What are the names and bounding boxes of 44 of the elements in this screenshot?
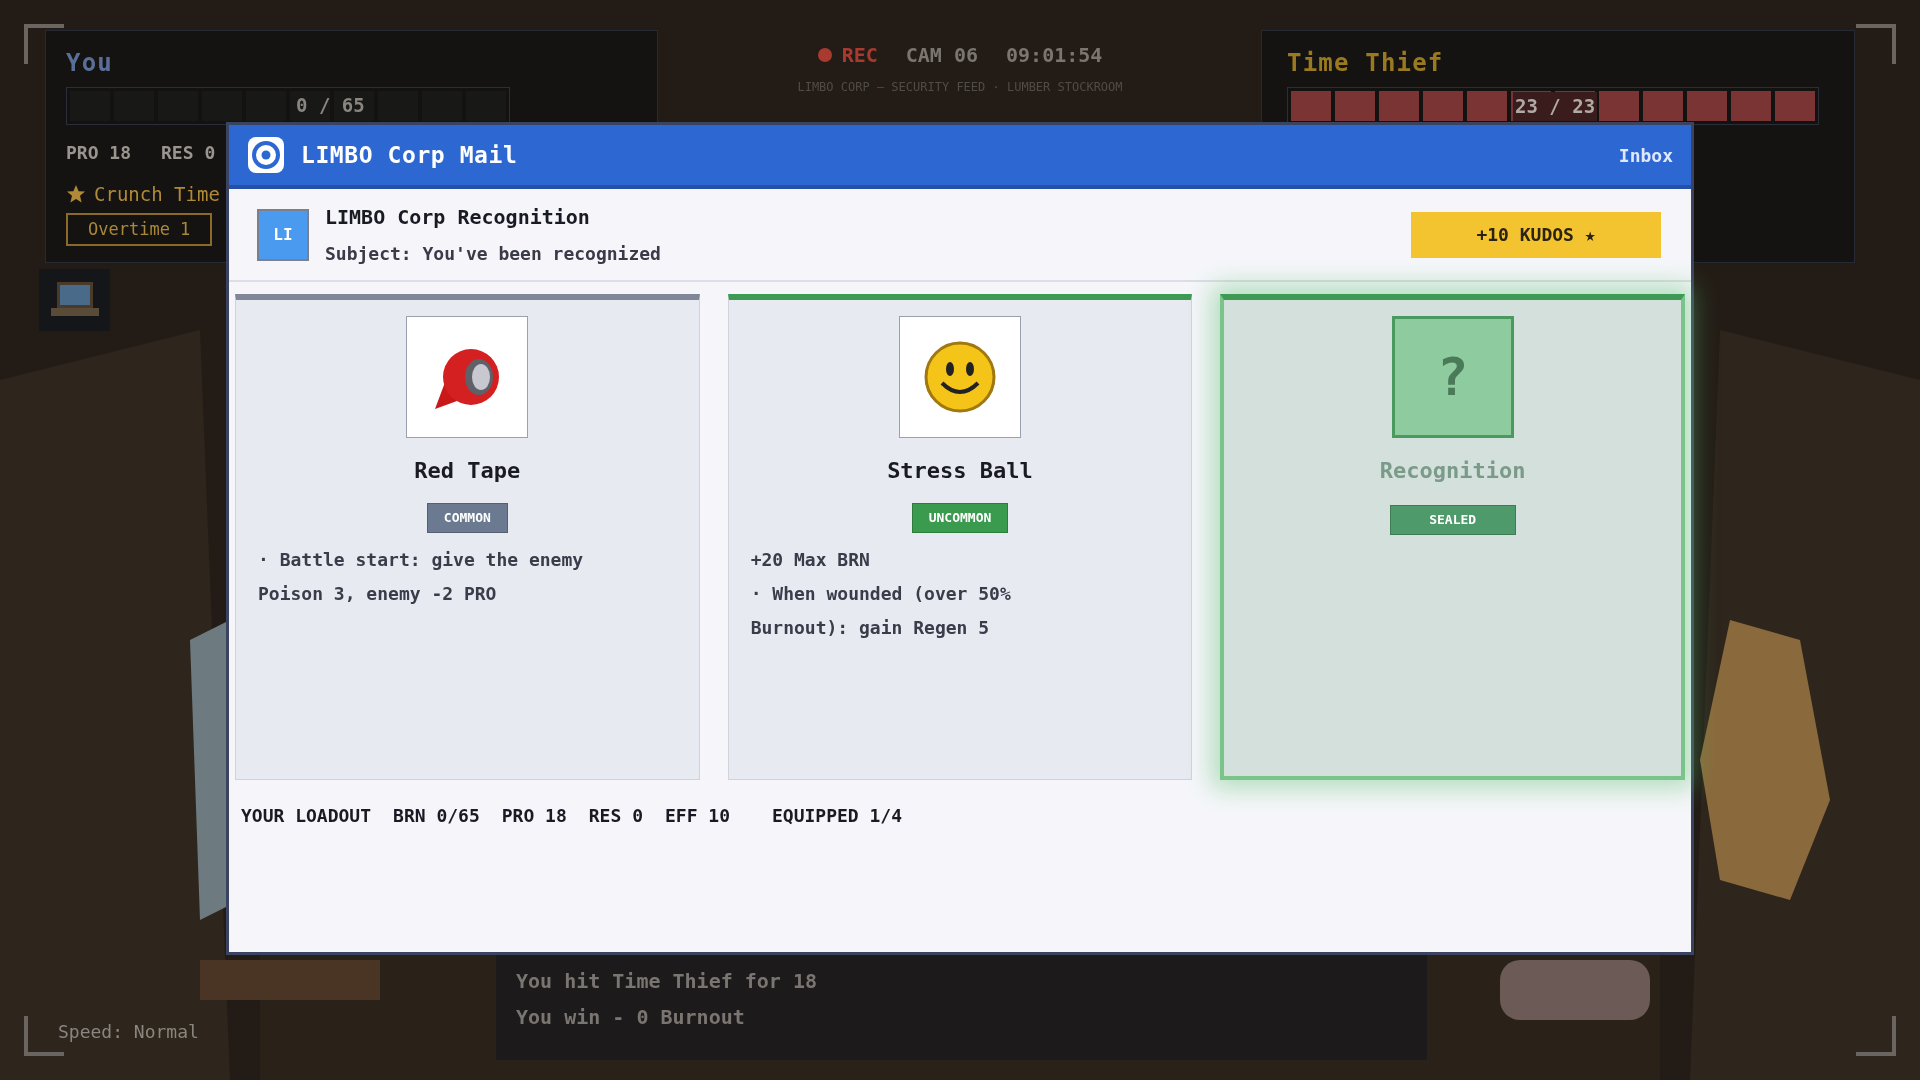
item-name: Stress Ball: [887, 457, 1033, 485]
rarity-tag: COMMON: [426, 503, 508, 533]
timestamp: 09:01:54: [1006, 42, 1103, 69]
log-line: You win - 0 Burnout: [516, 1004, 746, 1031]
star-icon: [66, 184, 86, 205]
loadout-stat: PRO 18: [501, 804, 567, 828]
trait-label: Crunch Time: [94, 182, 220, 207]
camera-label: CAM 06: [905, 42, 978, 69]
inbox-link[interactable]: Inbox: [1618, 141, 1673, 169]
health-reading: 23 / 23: [1513, 92, 1598, 121]
question-mark: ?: [1437, 346, 1469, 409]
rec-label: REC: [841, 42, 878, 69]
mail-subject: Subject: You've been recognized: [325, 242, 661, 266]
window-title: LIMBO Corp Mail: [301, 140, 518, 170]
enemy-name: Time Thief: [1287, 48, 1445, 79]
target-icon: [247, 136, 285, 174]
loadout-stat: RES 0: [588, 804, 643, 828]
rarity-tag: SEALED: [1389, 505, 1516, 535]
effect-line: · When wounded (over 50%: [750, 582, 1011, 606]
reward-card[interactable]: Stress Ball UNCOMMON +20 Max BRN · When wounded (over 50% Burnout): gain Regen 5: [727, 294, 1193, 780]
sender-avatar: LI: [257, 208, 309, 261]
rarity-tag: UNCOMMON: [911, 503, 1009, 533]
loadout-stat: EFF 10: [664, 804, 730, 828]
loadout-stat: BRN 0/65: [393, 804, 480, 828]
loadout-stat: YOUR LOADOUT: [241, 804, 372, 828]
corner-bracket: [1856, 1016, 1896, 1056]
sender-name: LIMBO Corp Recognition: [325, 204, 591, 231]
item-name: Recognition: [1379, 457, 1526, 485]
player-name: You: [66, 48, 114, 79]
log-line: You hit Time Thief for 18: [516, 968, 819, 995]
reward-card[interactable]: Red Tape COMMON · Battle start: give the enemy Poison 3, enemy -2 PRO: [235, 294, 700, 780]
effect-line: · Battle start: give the enemy: [258, 548, 584, 572]
effect-line: Poison 3, enemy -2 PRO: [258, 582, 498, 606]
effect-line: Burnout): gain Regen 5: [750, 616, 991, 640]
status-badge: Overtime 1: [66, 212, 213, 246]
stat-label: RES 0: [161, 141, 216, 165]
loadout-stat: EQUIPPED 1/4: [772, 804, 903, 828]
health-reading: 0 / 65: [296, 93, 365, 118]
laptop-icon[interactable]: [39, 269, 110, 331]
speed-label: Speed: Normal: [58, 1020, 199, 1044]
stat-label: PRO 18: [66, 141, 132, 165]
item-name: Red Tape: [414, 457, 521, 485]
kudos-badge: +10 KUDOS ★: [1411, 211, 1661, 258]
effect-line: +20 Max BRN: [750, 548, 871, 572]
